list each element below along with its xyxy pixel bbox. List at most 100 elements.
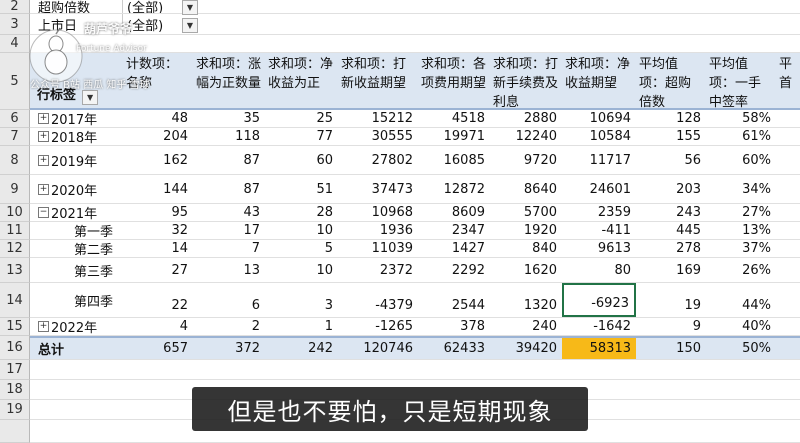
highlighted-cell[interactable]: 58313	[562, 338, 636, 359]
table-cell[interactable]: 169	[636, 258, 706, 282]
table-cell[interactable]: 10	[265, 258, 338, 282]
row-header[interactable]: 2	[0, 0, 30, 14]
column-header[interactable]: 求和项：涨幅为正数量	[193, 53, 265, 108]
table-cell[interactable]: 19971	[418, 128, 490, 145]
expand-icon[interactable]: +	[38, 131, 49, 142]
table-cell[interactable]: 378	[418, 318, 490, 335]
row-header[interactable]: 5	[0, 53, 30, 110]
table-cell[interactable]: 60%	[706, 146, 776, 174]
collapse-icon[interactable]: −	[38, 207, 49, 218]
table-cell[interactable]: 8609	[418, 204, 490, 221]
table-cell[interactable]: 1620	[490, 258, 562, 282]
table-cell[interactable]: 2347	[418, 222, 490, 239]
table-cell[interactable]: 150	[636, 338, 706, 359]
row-header[interactable]: 19	[0, 400, 30, 420]
table-cell[interactable]: 19	[636, 283, 706, 317]
table-cell[interactable]: 56	[636, 146, 706, 174]
table-cell[interactable]: 77	[265, 128, 338, 145]
table-cell[interactable]: 27	[123, 258, 193, 282]
column-header[interactable]: 求和项：打新手续费及利息	[490, 53, 562, 108]
table-cell[interactable]: 26%	[706, 258, 776, 282]
table-cell[interactable]: 243	[636, 204, 706, 221]
table-cell[interactable]: 9613	[562, 240, 636, 257]
table-cell[interactable]: 37%	[706, 240, 776, 257]
table-cell[interactable]: 58%	[706, 110, 776, 127]
table-cell[interactable]: 22	[123, 283, 193, 317]
table-cell[interactable]: 16085	[418, 146, 490, 174]
column-header[interactable]: 求和项：净收益期望	[562, 53, 636, 108]
table-cell[interactable]: 24601	[562, 175, 636, 203]
row-header[interactable]: 16	[0, 336, 30, 360]
table-cell[interactable]: 128	[636, 110, 706, 127]
table-cell[interactable]: 13	[193, 258, 265, 282]
table-cell[interactable]: -1642	[562, 318, 636, 335]
table-cell[interactable]: 62433	[418, 338, 490, 359]
expand-icon[interactable]: +	[38, 154, 49, 166]
table-cell[interactable]: 203	[636, 175, 706, 203]
table-cell[interactable]: 27802	[338, 146, 418, 174]
row-header[interactable]: 14	[0, 283, 30, 318]
table-cell[interactable]: 2292	[418, 258, 490, 282]
table-cell[interactable]: 118	[193, 128, 265, 145]
table-cell[interactable]: 1	[265, 318, 338, 335]
table-cell[interactable]: 840	[490, 240, 562, 257]
table-cell[interactable]: 242	[265, 338, 338, 359]
table-cell[interactable]: 17	[193, 222, 265, 239]
table-cell[interactable]: 35	[193, 110, 265, 127]
table-cell[interactable]: 34%	[706, 175, 776, 203]
row-header[interactable]: 8	[0, 146, 30, 175]
table-cell[interactable]: 44%	[706, 283, 776, 317]
row-header[interactable]: 3	[0, 14, 30, 35]
table-cell[interactable]: 1920	[490, 222, 562, 239]
table-cell[interactable]: 32	[123, 222, 193, 239]
table-cell[interactable]: 87	[193, 175, 265, 203]
table-cell[interactable]: 12240	[490, 128, 562, 145]
row-header[interactable]: 7	[0, 128, 30, 146]
table-cell[interactable]: 51	[265, 175, 338, 203]
table-cell[interactable]: 15212	[338, 110, 418, 127]
table-cell[interactable]: 144	[123, 175, 193, 203]
row-header[interactable]: 11	[0, 222, 30, 240]
table-cell[interactable]: 14	[123, 240, 193, 257]
row-header[interactable]: 6	[0, 110, 30, 128]
table-cell[interactable]: 61%	[706, 128, 776, 145]
table-cell[interactable]: 7	[193, 240, 265, 257]
table-cell[interactable]: 40%	[706, 318, 776, 335]
dropdown-arrow-icon[interactable]: ▼	[182, 0, 198, 15]
column-header[interactable]: 平首	[776, 53, 800, 108]
table-cell[interactable]: 25	[265, 110, 338, 127]
table-cell[interactable]: -4379	[338, 283, 418, 317]
row-header[interactable]: 9	[0, 175, 30, 204]
table-cell[interactable]: 1427	[418, 240, 490, 257]
table-cell[interactable]: 10	[265, 222, 338, 239]
table-cell[interactable]: 2359	[562, 204, 636, 221]
table-cell[interactable]: 445	[636, 222, 706, 239]
table-cell[interactable]: 39420	[490, 338, 562, 359]
table-cell[interactable]: 50%	[706, 338, 776, 359]
table-cell[interactable]: 155	[636, 128, 706, 145]
row-label[interactable]: +2019年	[34, 146, 122, 174]
table-cell[interactable]: 30555	[338, 128, 418, 145]
table-cell[interactable]: 1936	[338, 222, 418, 239]
expand-icon[interactable]: +	[38, 183, 49, 195]
row-header[interactable]: 13	[0, 258, 30, 283]
table-cell[interactable]: 657	[123, 338, 193, 359]
row-header[interactable]	[0, 420, 30, 443]
column-header[interactable]: 求和项：打新收益期望	[338, 53, 418, 108]
expand-icon[interactable]: +	[38, 113, 49, 124]
column-header[interactable]: 平均值项：超购倍数	[636, 53, 706, 108]
table-cell[interactable]: 2372	[338, 258, 418, 282]
column-header[interactable]: 平均值项：一手中签率	[706, 53, 776, 108]
table-cell[interactable]: 27%	[706, 204, 776, 221]
row-header[interactable]: 18	[0, 380, 30, 400]
table-cell[interactable]: 37473	[338, 175, 418, 203]
table-cell[interactable]: 9	[636, 318, 706, 335]
table-cell[interactable]: 204	[123, 128, 193, 145]
row-header[interactable]: 17	[0, 360, 30, 380]
table-cell[interactable]: 95	[123, 204, 193, 221]
table-cell[interactable]: 80	[562, 258, 636, 282]
table-cell[interactable]: 10584	[562, 128, 636, 145]
row-header[interactable]: 12	[0, 240, 30, 258]
table-cell[interactable]: 28	[265, 204, 338, 221]
table-cell[interactable]: 3	[265, 283, 338, 317]
